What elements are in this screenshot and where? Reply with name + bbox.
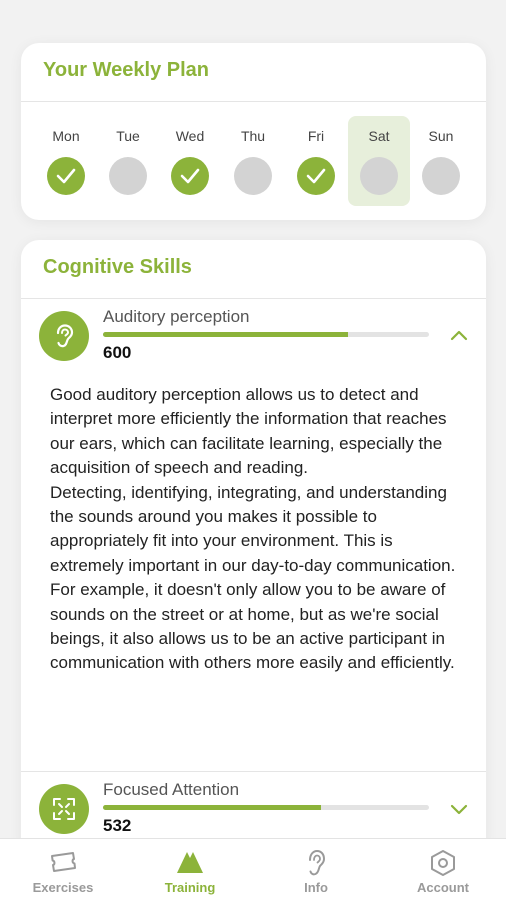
nav-label: Info [304, 880, 328, 895]
day-label: Tue [116, 128, 140, 144]
day-label: Thu [240, 128, 266, 144]
chevron-up-icon[interactable] [448, 325, 470, 347]
cognitive-skills-title: Cognitive Skills [43, 256, 192, 278]
skill-progress-bar [103, 805, 429, 810]
day-status-completed [47, 157, 85, 195]
nav-label: Training [164, 880, 216, 895]
skill-progress-fill [103, 332, 348, 337]
day-wed[interactable]: Wed [159, 116, 221, 206]
nav-exercises[interactable]: Exercises [0, 839, 126, 900]
mountain-icon [177, 852, 203, 873]
ear-icon [309, 849, 326, 876]
weekly-plan-title: Your Weekly Plan [43, 59, 209, 81]
day-mon[interactable]: Mon [35, 116, 97, 206]
skill-name: Auditory perception [103, 307, 250, 326]
day-status-completed [171, 157, 209, 195]
day-label: Wed [175, 128, 205, 144]
day-status-pending [360, 157, 398, 195]
skill-row-auditory-perception[interactable]: Auditory perception 600 [21, 299, 486, 373]
day-tue[interactable]: Tue [97, 116, 159, 206]
check-icon [180, 168, 200, 184]
day-sat[interactable]: Sat [348, 116, 410, 206]
hexagon-icon [431, 850, 455, 876]
nav-info[interactable]: Info [253, 839, 379, 900]
day-status-pending [422, 157, 460, 195]
day-label: Sun [428, 128, 454, 144]
day-sun[interactable]: Sun [410, 116, 472, 206]
day-label: Mon [52, 128, 80, 144]
nav-account[interactable]: Account [380, 839, 506, 900]
day-status-pending [234, 157, 272, 195]
skill-description: Good auditory perception allows us to de… [50, 385, 456, 673]
skill-name: Focused Attention [103, 780, 240, 799]
day-fri[interactable]: Fri [285, 116, 347, 206]
ticket-icon [51, 852, 76, 872]
bottom-navigation: Exercises Training Info Account [0, 838, 506, 900]
skill-icon-badge [39, 784, 89, 834]
focus-icon [53, 798, 75, 820]
day-label: Sat [368, 128, 390, 144]
nav-training[interactable]: Training [127, 839, 253, 900]
check-icon [56, 168, 76, 184]
nav-label: Account [417, 880, 469, 895]
skill-score: 532 [103, 816, 132, 835]
day-status-completed [297, 157, 335, 195]
day-thu[interactable]: Thu [222, 116, 284, 206]
check-icon [306, 168, 326, 184]
day-selector: Mon Tue Wed Thu Fri Sat Sun [21, 102, 486, 220]
skill-score: 600 [103, 343, 132, 362]
chevron-down-icon[interactable] [448, 798, 470, 820]
cognitive-skills-card: Cognitive Skills Auditory perception 600… [21, 240, 486, 860]
nav-label: Exercises [32, 880, 94, 895]
skill-progress-fill [103, 805, 322, 810]
skill-row-focused-attention[interactable]: Focused Attention 532 [21, 772, 486, 846]
weekly-plan-card: Your Weekly Plan Mon Tue Wed Thu Fri Sat… [21, 43, 486, 220]
ear-icon [56, 324, 74, 348]
skill-progress-bar [103, 332, 429, 337]
day-label: Fri [307, 128, 325, 144]
skill-icon-badge [39, 311, 89, 361]
day-status-pending [109, 157, 147, 195]
